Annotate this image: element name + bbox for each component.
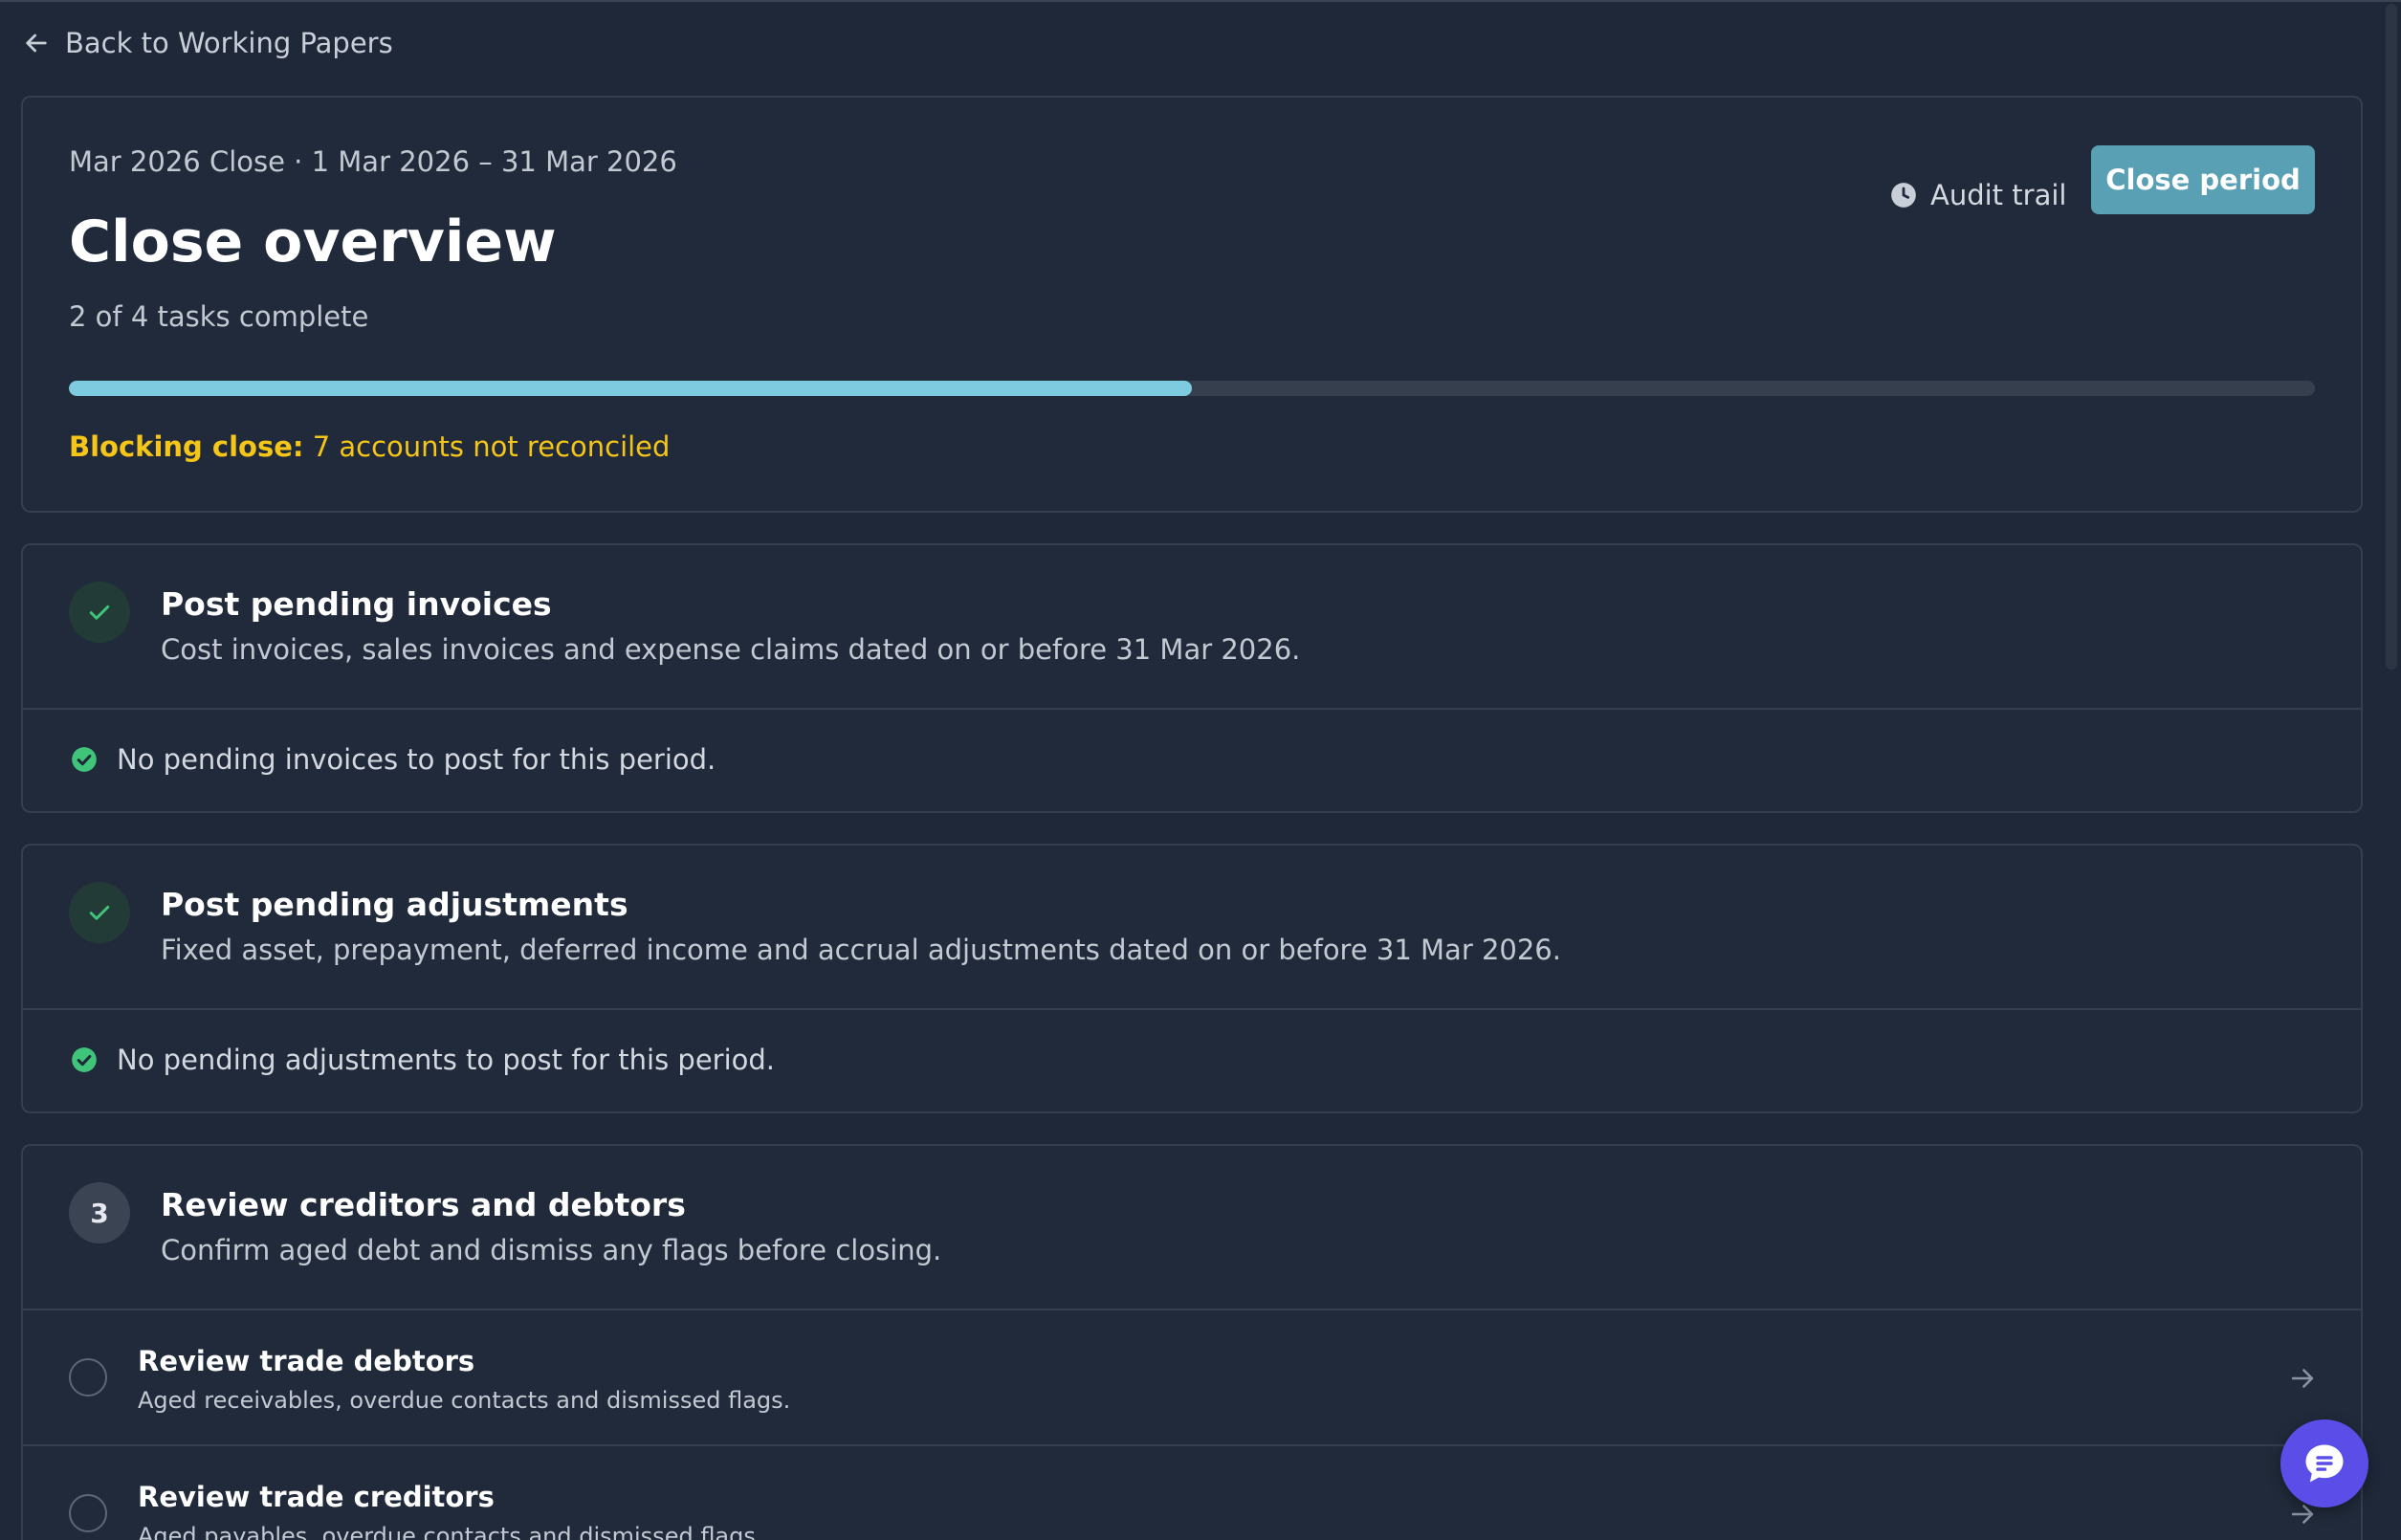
- task-status-message: No pending adjustments to post for this …: [23, 1010, 2361, 1110]
- close-progress-bar: [69, 381, 2315, 396]
- check-circle-icon: [72, 1047, 97, 1072]
- blocking-prefix: Blocking close:: [69, 430, 304, 463]
- close-header-card: Mar 2026 Close · 1 Mar 2026 – 31 Mar 202…: [21, 96, 2363, 513]
- arrow-right-icon: [2291, 1369, 2314, 1388]
- subtask-review-trade-debtors[interactable]: Review trade debtors Aged receivables, o…: [23, 1310, 2361, 1446]
- task-title: Review creditors and debtors: [161, 1186, 686, 1223]
- task-review-creditors-and-debtors: 3 Review creditors and debtors Confirm a…: [21, 1144, 2363, 1540]
- status-message-text: No pending invoices to post for this per…: [117, 743, 716, 776]
- close-period-button[interactable]: Close period: [2091, 145, 2315, 214]
- task-title: Post pending adjustments: [161, 886, 628, 923]
- chat-support-button[interactable]: [2280, 1419, 2368, 1507]
- period-subtitle: Mar 2026 Close · 1 Mar 2026 – 31 Mar 202…: [69, 145, 677, 178]
- check-icon: [89, 905, 110, 920]
- arrow-left-icon: [26, 33, 47, 53]
- close-overview-page: Back to Working Papers Mar 2026 Close · …: [0, 0, 2401, 1540]
- task-status-message: No pending invoices to post for this per…: [23, 710, 2361, 809]
- tasks-complete-count: 2 of 4 tasks complete: [69, 300, 369, 333]
- close-progress-fill: [69, 381, 1192, 396]
- check-icon: [89, 605, 110, 620]
- chat-icon: [2305, 1444, 2344, 1483]
- page-scrollbar[interactable]: [2386, 4, 2397, 670]
- task-header: Post pending adjustments Fixed asset, pr…: [23, 846, 2361, 1010]
- subtask-description: Aged receivables, overdue contacts and d…: [138, 1387, 791, 1414]
- clock-icon: [1891, 183, 1916, 208]
- subtask-status-circle: [69, 1358, 107, 1397]
- task-post-pending-invoices: Post pending invoices Cost invoices, sal…: [21, 543, 2363, 813]
- task-title: Post pending invoices: [161, 585, 552, 623]
- blocking-detail: 7 accounts not reconciled: [312, 430, 671, 463]
- subtask-status-circle: [69, 1494, 107, 1532]
- task-header: 3 Review creditors and debtors Confirm a…: [23, 1146, 2361, 1310]
- task-number-badge: 3: [69, 1182, 130, 1243]
- subtask-description: Aged payables, overdue contacts and dism…: [138, 1523, 763, 1540]
- status-message-text: No pending adjustments to post for this …: [117, 1044, 776, 1076]
- back-link-label: Back to Working Papers: [65, 27, 393, 59]
- subtask-title: Review trade debtors: [138, 1345, 475, 1377]
- task-description: Fixed asset, prepayment, deferred income…: [161, 934, 1561, 966]
- page-title: Close overview: [69, 209, 557, 275]
- subtask-review-trade-creditors[interactable]: Review trade creditors Aged payables, ov…: [23, 1446, 2361, 1540]
- task-header: Post pending invoices Cost invoices, sal…: [23, 545, 2361, 710]
- task-description: Cost invoices, sales invoices and expens…: [161, 633, 1301, 666]
- task-post-pending-adjustments: Post pending adjustments Fixed asset, pr…: [21, 844, 2363, 1113]
- check-circle-icon: [72, 747, 97, 772]
- audit-trail-label: Audit trail: [1930, 179, 2067, 211]
- task-done-badge: [69, 582, 130, 643]
- back-to-working-papers-link[interactable]: Back to Working Papers: [21, 27, 393, 59]
- audit-trail-button[interactable]: Audit trail: [1890, 161, 2066, 230]
- task-done-badge: [69, 882, 130, 943]
- subtask-title: Review trade creditors: [138, 1481, 495, 1513]
- task-description: Confirm aged debt and dismiss any flags …: [161, 1234, 942, 1266]
- blocking-close-warning: Blocking close: 7 accounts not reconcile…: [69, 430, 670, 463]
